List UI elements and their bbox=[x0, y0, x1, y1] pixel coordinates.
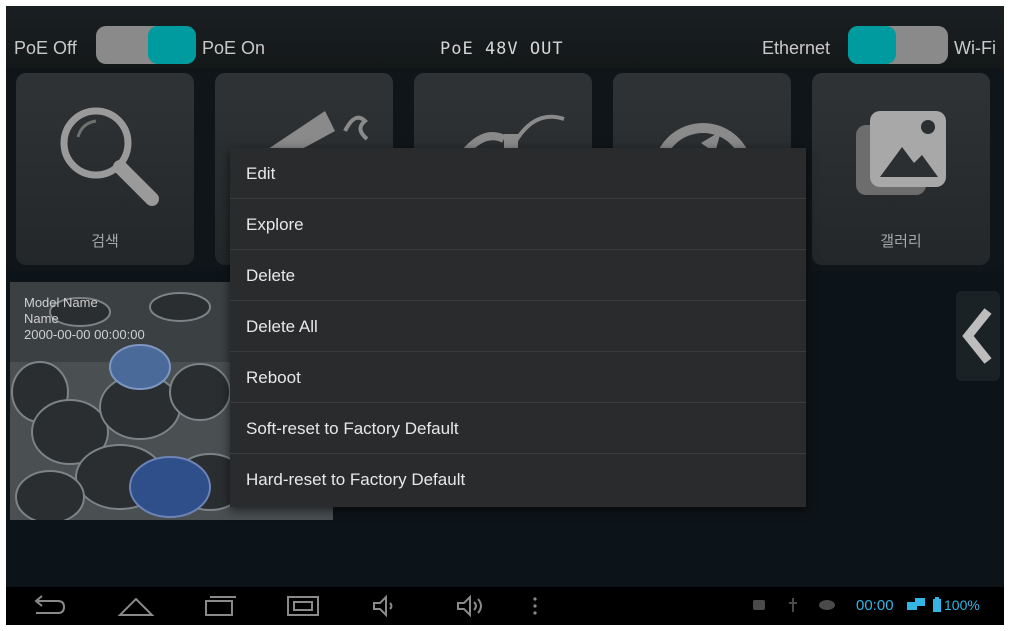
battery-icon bbox=[933, 597, 941, 612]
shield-icon bbox=[753, 600, 765, 610]
back-icon[interactable] bbox=[28, 593, 68, 619]
tile-search-label: 검색 bbox=[91, 233, 119, 250]
device-screen: PoE Off PoE On PoE 48V OUT Ethernet Wi-F… bbox=[6, 6, 1004, 625]
network-icon bbox=[907, 598, 925, 610]
context-menu: Edit Explore Delete Delete All Reboot So… bbox=[230, 148, 806, 507]
camera-info: Model Name Name 2000-00-00 00:00:00 bbox=[24, 293, 145, 345]
gamepad-icon bbox=[819, 600, 835, 610]
wifi-label: Wi-Fi bbox=[954, 38, 996, 58]
system-navigation-bar: 00:00 100% bbox=[6, 587, 1004, 625]
screenshot-icon[interactable] bbox=[284, 593, 324, 619]
menu-dots-icon[interactable] bbox=[528, 593, 542, 619]
menu-item-explore[interactable]: Explore bbox=[230, 199, 806, 250]
poe-status-text: PoE 48V OUT bbox=[440, 39, 564, 59]
network-toggle-knob[interactable] bbox=[848, 26, 896, 64]
ethernet-label: Ethernet bbox=[762, 38, 831, 58]
home-icon[interactable] bbox=[116, 593, 156, 619]
volume-down-icon[interactable] bbox=[368, 593, 408, 619]
menu-item-edit[interactable]: Edit bbox=[230, 148, 806, 199]
network-toggle[interactable] bbox=[848, 26, 948, 64]
collapse-panel-button[interactable] bbox=[956, 291, 1000, 381]
menu-item-hard-reset[interactable]: Hard-reset to Factory Default bbox=[230, 454, 806, 505]
tile-search[interactable]: 검색 bbox=[16, 73, 194, 265]
poe-off-label: PoE Off bbox=[14, 38, 77, 58]
volume-up-icon[interactable] bbox=[452, 593, 492, 619]
usb-icon bbox=[789, 598, 797, 612]
poe-toggle[interactable] bbox=[96, 26, 196, 64]
search-icon bbox=[60, 107, 159, 206]
menu-item-delete[interactable]: Delete bbox=[230, 250, 806, 301]
poe-toggle-knob[interactable] bbox=[148, 26, 196, 64]
clock: 00:00 bbox=[856, 597, 894, 614]
battery-percent: 100% bbox=[944, 597, 980, 613]
gallery-icon bbox=[856, 111, 946, 195]
menu-item-delete-all[interactable]: Delete All bbox=[230, 301, 806, 352]
camera-datetime: 2000-00-00 00:00:00 bbox=[24, 327, 145, 342]
menu-item-soft-reset[interactable]: Soft-reset to Factory Default bbox=[230, 403, 806, 454]
tile-gallery[interactable]: 갤러리 bbox=[812, 73, 990, 265]
menu-item-reboot[interactable]: Reboot bbox=[230, 352, 806, 403]
poe-on-label: PoE On bbox=[202, 38, 266, 58]
tile-gallery-label: 갤러리 bbox=[880, 233, 922, 250]
recent-apps-icon[interactable] bbox=[200, 593, 240, 619]
chevron-left-icon bbox=[962, 308, 992, 364]
